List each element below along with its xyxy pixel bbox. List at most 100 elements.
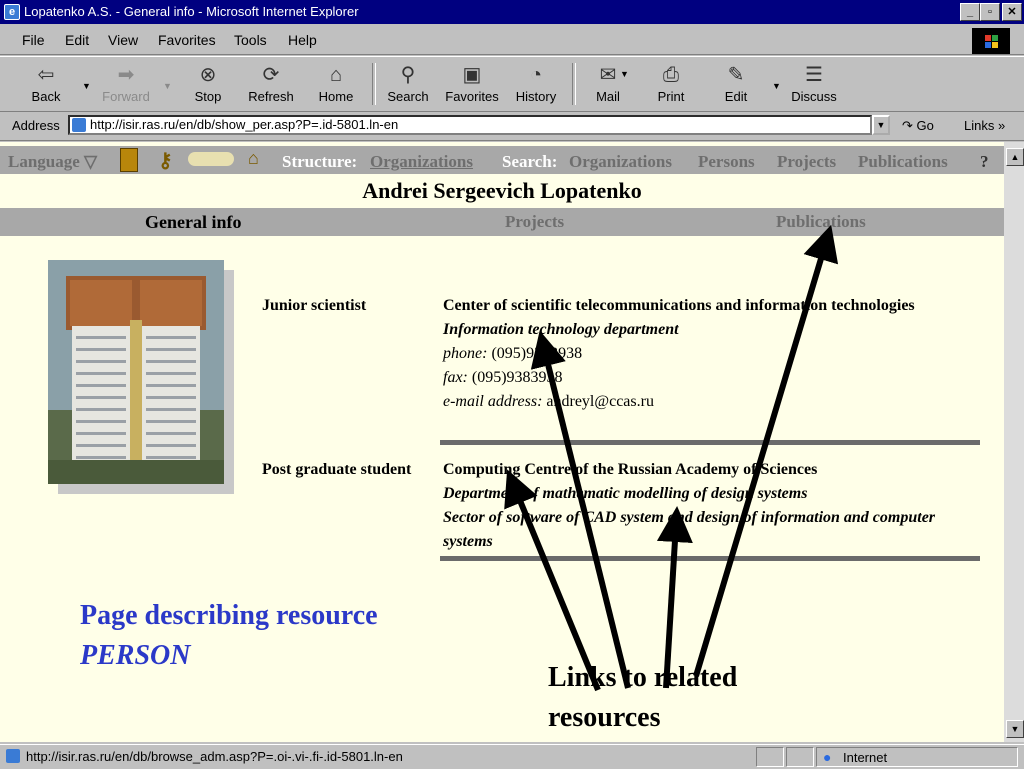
address-url: http://isir.ras.ru/en/db/show_per.asp?P=… (90, 117, 399, 132)
forward-arrow-icon: ➡ (117, 64, 135, 86)
refresh-button[interactable]: ⟳ Refresh (243, 59, 299, 109)
person-name: Andrei Sergeevich Lopatenko (362, 178, 642, 203)
scroll-up-button[interactable]: ▲ (1006, 148, 1024, 166)
search-organizations-link[interactable]: Organizations (569, 152, 672, 172)
mail-dropdown[interactable]: ▼ (620, 69, 629, 79)
back-arrow-icon: ⇦ (37, 64, 55, 86)
address-dropdown-button[interactable]: ▼ (872, 115, 890, 135)
search-publications-link[interactable]: Publications (858, 152, 948, 172)
page-status-icon (6, 749, 20, 763)
page-icon (72, 118, 86, 132)
position-title-2: Post graduate student (262, 461, 412, 478)
tab-publications[interactable]: Publications (776, 212, 866, 232)
building-icon[interactable] (120, 148, 138, 172)
sector-link-2[interactable]: Sector of software of CAD system and des… (443, 506, 963, 554)
home-button[interactable]: ⌂ Home (308, 59, 364, 109)
address-input[interactable]: http://isir.ras.ru/en/db/show_per.asp?P=… (68, 115, 872, 135)
forward-button[interactable]: ➡ Forward (98, 59, 154, 109)
annotation-caption: Page describing resource (80, 600, 378, 631)
language-menu[interactable]: Language ▽ (8, 152, 97, 172)
edit-dropdown[interactable]: ▼ (772, 81, 781, 91)
minimize-button[interactable]: _ (960, 3, 980, 21)
menu-favorites[interactable]: Favorites (158, 32, 216, 48)
department-link-1[interactable]: Information technology department (443, 318, 963, 342)
print-icon: ⎙ (663, 64, 679, 86)
globe-icon: ● (823, 749, 832, 765)
section-divider (440, 556, 980, 561)
chevron-down-icon: ▽ (84, 152, 98, 171)
favorites-icon: ▣ (462, 64, 482, 86)
department-link-2[interactable]: Department of mathematic modelling of de… (443, 482, 963, 506)
search-label: Search: (502, 152, 558, 171)
annotation-links-caption: Links to related resources (548, 662, 738, 733)
search-icon: ⚲ (400, 64, 416, 86)
edit-icon: ✎ (727, 64, 745, 86)
forward-dropdown[interactable]: ▼ (163, 81, 172, 91)
section-divider (440, 440, 980, 445)
toolbar-separator (372, 63, 376, 105)
status-pane (786, 747, 814, 767)
search-projects-link[interactable]: Projects (777, 152, 836, 172)
ie-logo-icon: e (4, 4, 20, 20)
position-title-1: Junior scientist (262, 297, 367, 314)
phone-row: phone: (095)9383938 (443, 345, 583, 362)
organization-link-1[interactable]: Center of scientific telecommunications … (443, 294, 963, 318)
vertical-scrollbar[interactable]: ▲ ▼ (1004, 142, 1024, 742)
menu-file[interactable]: File (22, 32, 45, 48)
close-button[interactable]: ✕ (1002, 3, 1022, 21)
menu-bar: File Edit View Favorites Tools Help (0, 26, 1024, 55)
status-pane (756, 747, 784, 767)
address-bar: Address http://isir.ras.ru/en/db/show_pe… (0, 112, 1024, 141)
window-title: Lopatenko A.S. - General info - Microsof… (24, 4, 359, 19)
building-photo (48, 260, 224, 484)
zone-label: Internet (843, 750, 888, 765)
toolbar-separator (572, 63, 576, 105)
history-icon: ◔ (529, 64, 543, 86)
stop-icon: ⊗ (199, 64, 217, 86)
status-bar: http://isir.ras.ru/en/db/browse_adm.asp?… (0, 744, 1024, 769)
tab-strip: General info Projects Publications (0, 208, 1004, 236)
print-button[interactable]: ⎙ Print (643, 59, 699, 109)
tab-general-info[interactable]: General info (145, 212, 242, 233)
annotation-resource-type: PERSON (80, 640, 191, 671)
search-persons-link[interactable]: Persons (698, 152, 755, 172)
fax-value: (095)9383938 (471, 369, 563, 386)
mail-button[interactable]: ✉ Mail (580, 59, 636, 109)
history-button[interactable]: ◔ History (508, 59, 564, 109)
address-label: Address (12, 118, 60, 133)
go-button[interactable]: ↷ Go (902, 118, 934, 134)
links-button[interactable]: Links » (964, 118, 1005, 133)
favorites-button[interactable]: ▣ Favorites (442, 59, 502, 109)
title-bar: e Lopatenko A.S. - General info - Micros… (0, 0, 1024, 24)
search-button[interactable]: ⚲ Search (380, 59, 436, 109)
scroll-down-button[interactable]: ▼ (1006, 720, 1024, 738)
phone-value: (095)9383938 (491, 345, 583, 362)
maximize-button[interactable]: ▫ (980, 3, 1000, 21)
map-icon[interactable] (188, 152, 234, 166)
institution-icon[interactable]: ⌂ (248, 148, 259, 169)
email-row: e-mail address: andreyl@ccas.ru (443, 393, 654, 410)
email-link[interactable]: andreyl@ccas.ru (546, 393, 654, 410)
tab-projects[interactable]: Projects (505, 212, 564, 232)
position-details-1: Center of scientific telecommunications … (443, 294, 963, 414)
site-nav-strip: Language ▽ ⚷ ⌂ Structure: Organizations … (0, 146, 1004, 174)
stop-button[interactable]: ⊗ Stop (180, 59, 236, 109)
menu-help[interactable]: Help (288, 32, 317, 48)
menu-tools[interactable]: Tools (234, 32, 267, 48)
status-url: http://isir.ras.ru/en/db/browse_adm.asp?… (26, 749, 403, 764)
edit-button[interactable]: ✎ Edit (708, 59, 764, 109)
menu-edit[interactable]: Edit (65, 32, 89, 48)
discuss-icon: ☰ (805, 64, 823, 86)
go-arrow-icon: ↷ (902, 118, 913, 133)
help-link[interactable]: ? (980, 152, 989, 172)
menu-view[interactable]: View (108, 32, 138, 48)
refresh-icon: ⟳ (262, 64, 280, 86)
structure-organizations-link[interactable]: Organizations (370, 152, 473, 172)
discuss-button[interactable]: ☰ Discuss (786, 59, 842, 109)
back-button[interactable]: ⇦ Back (18, 59, 74, 109)
fax-row: fax: (095)9383938 (443, 369, 563, 386)
key-icon[interactable]: ⚷ (158, 148, 173, 173)
windows-logo-icon (972, 28, 1010, 54)
back-dropdown[interactable]: ▼ (82, 81, 91, 91)
organization-link-2[interactable]: Computing Centre of the Russian Academy … (443, 458, 963, 482)
